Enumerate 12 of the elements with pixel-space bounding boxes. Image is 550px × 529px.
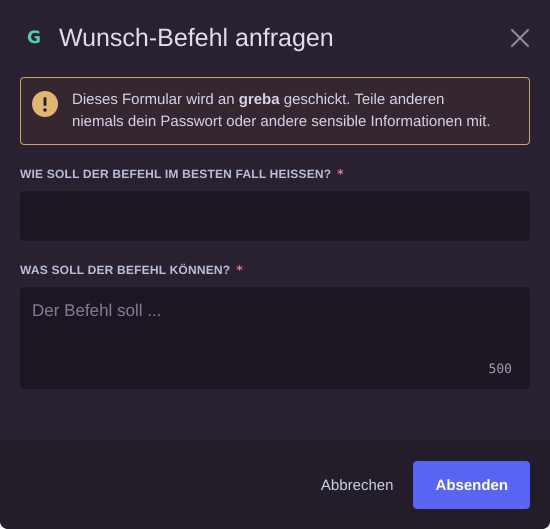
field-label: WAS SOLL DER BEFEHL KÖNNEN? bbox=[20, 263, 230, 277]
required-asterisk: * bbox=[337, 167, 344, 181]
submit-button[interactable]: Absenden bbox=[413, 461, 530, 509]
warning-icon bbox=[32, 91, 58, 117]
close-icon[interactable] bbox=[510, 28, 530, 48]
character-counter: 500 bbox=[488, 362, 512, 377]
dialog-title: Wunsch-Befehl anfragen bbox=[58, 24, 335, 52]
required-asterisk: * bbox=[236, 263, 243, 277]
logo: G bbox=[27, 28, 41, 48]
cancel-button[interactable]: Abbrechen bbox=[320, 468, 394, 502]
notice-text: Dieses Formular wird an greba geschickt. Teile anderen niemals dein Passwort oder andere sensible Informationen mit. bbox=[72, 90, 492, 132]
field-label: WIE SOLL DER BEFEHL IM BESTEN FALL HEISSEN? bbox=[20, 167, 332, 181]
